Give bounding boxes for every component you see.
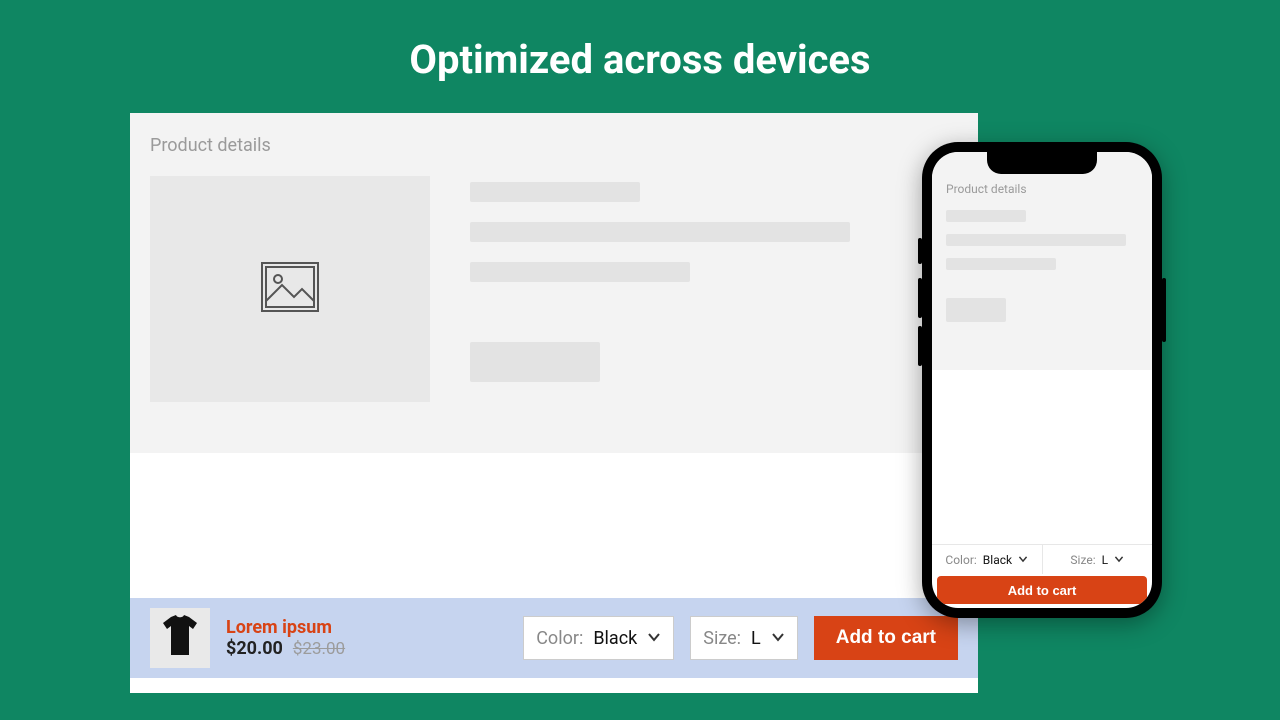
skeleton-bar <box>470 262 690 282</box>
color-select-value: Black <box>593 628 637 649</box>
product-image-placeholder <box>150 176 430 402</box>
size-select-label: Size: <box>703 628 741 649</box>
skeleton-bar <box>946 298 1006 322</box>
phone-side-button <box>918 326 922 366</box>
product-old-price: $23.00 <box>293 639 345 659</box>
phone-notch <box>987 152 1097 174</box>
skeleton-bar <box>470 342 600 382</box>
add-to-cart-button[interactable]: Add to cart <box>937 576 1147 604</box>
section-title: Product details <box>946 182 1138 196</box>
phone-side-button <box>1162 278 1166 342</box>
size-select-label: Size: <box>1070 553 1095 567</box>
tshirt-icon <box>157 613 203 663</box>
product-meta: Lorem ipsum $20.00 $23.00 <box>226 617 406 659</box>
phone-side-button <box>918 238 922 264</box>
image-icon <box>260 261 320 317</box>
chevron-down-icon <box>1018 553 1028 567</box>
chevron-down-icon <box>1114 553 1124 567</box>
size-select[interactable]: Size: L <box>1043 545 1153 574</box>
color-select[interactable]: Color: Black <box>523 616 674 660</box>
skeleton-bar <box>946 258 1056 270</box>
color-select[interactable]: Color: Black <box>932 545 1043 574</box>
product-thumbnail <box>150 608 210 668</box>
chevron-down-icon <box>647 628 661 649</box>
phone-mockup: Product details Color: Black Size: L <box>922 142 1162 618</box>
phone-screen: Product details Color: Black Size: L <box>932 152 1152 608</box>
section-title: Product details <box>150 135 958 156</box>
desktop-content-area: Product details <box>130 113 978 453</box>
chevron-down-icon <box>771 628 785 649</box>
size-select-value: L <box>751 628 761 649</box>
size-select-value: L <box>1102 553 1108 567</box>
skeleton-bar <box>946 210 1026 222</box>
skeleton-lines <box>470 176 958 402</box>
skeleton-bar <box>470 222 850 242</box>
phone-side-button <box>918 278 922 318</box>
color-select-label: Color: <box>536 628 583 649</box>
skeleton-bar <box>470 182 640 202</box>
size-select[interactable]: Size: L <box>690 616 797 660</box>
page-heading: Optimized across devices <box>0 0 1280 101</box>
skeleton-bar <box>946 234 1126 246</box>
add-to-cart-button[interactable]: Add to cart <box>814 616 958 660</box>
color-select-value: Black <box>983 553 1012 567</box>
product-price: $20.00 <box>226 638 283 659</box>
phone-variant-row: Color: Black Size: L <box>932 544 1152 574</box>
color-select-label: Color: <box>945 553 976 567</box>
phone-content-area: Product details <box>932 152 1152 370</box>
product-name: Lorem ipsum <box>226 617 406 638</box>
sticky-cart-bar: Lorem ipsum $20.00 $23.00 Color: Black S… <box>130 598 978 678</box>
